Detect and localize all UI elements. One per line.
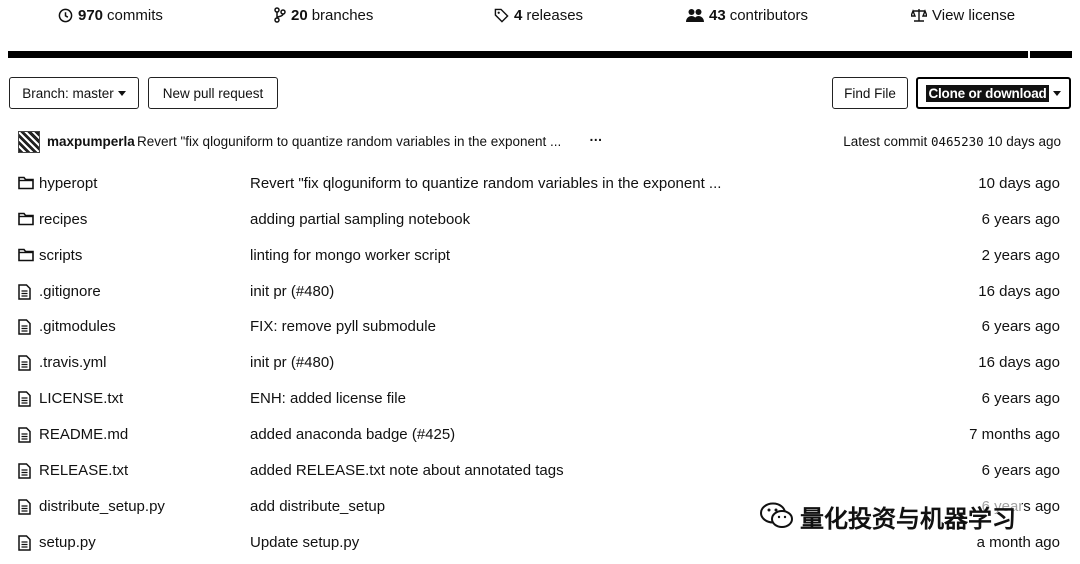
commits-link[interactable]: 970 commits [58, 0, 163, 30]
branches-label: branches [311, 6, 374, 24]
file-commit-age: 16 days ago [978, 354, 1060, 372]
file-name-link[interactable]: LICENSE.txt [39, 390, 123, 407]
file-row: .travis.yml init pr (#480) 16 days ago [0, 345, 1080, 381]
file-commit-message-link[interactable]: add distribute_setup [250, 498, 385, 515]
file-commit-message-link[interactable]: adding partial sampling notebook [250, 211, 470, 228]
file-icon [18, 355, 34, 371]
file-name-link[interactable]: hyperopt [39, 175, 97, 192]
clone-or-download-button[interactable]: Clone or download [916, 77, 1071, 109]
file-name-link[interactable]: RELEASE.txt [39, 462, 128, 479]
file-commit-age: 6 years ago [981, 461, 1060, 479]
commit-message[interactable]: Revert "fix qloguniform to quantize rand… [137, 134, 561, 149]
file-name-link[interactable]: .gitmodules [39, 318, 116, 335]
file-row: recipes adding partial sampling notebook 6… [0, 202, 1080, 238]
languages-bar[interactable] [8, 51, 1072, 58]
commits-count: 970 [78, 6, 104, 24]
file-name-link[interactable]: distribute_setup.py [39, 498, 165, 515]
branch-select-label: Branch: master [22, 85, 114, 101]
file-commit-message-link[interactable]: FIX: remove pyll submodule [250, 318, 436, 335]
releases-count: 4 [514, 6, 523, 24]
file-commit-age: 6 years ago [981, 210, 1060, 228]
caret-down-icon [1052, 90, 1061, 96]
file-icon [18, 319, 34, 336]
folder-icon [18, 212, 34, 228]
folder-icon [18, 176, 34, 192]
file-icon [18, 498, 34, 515]
file-row: scripts linting for mongo worker script 2 … [0, 238, 1080, 274]
file-icon [18, 283, 34, 300]
branch-icon [274, 7, 286, 23]
repo-summary-bar: 970 commits 20 branches 4 releases 43 co… [0, 0, 1080, 62]
file-commit-message-link[interactable]: init pr (#480) [250, 283, 334, 300]
latest-commit-info: Latest commit 0465230 10 days ago [843, 134, 1061, 149]
contributors-link[interactable]: 43 contributors [686, 0, 808, 30]
file-row: hyperopt Revert "fix qloguniform to quant… [0, 166, 1080, 202]
file-name-link[interactable]: recipes [39, 211, 87, 228]
branches-link[interactable]: 20 branches [274, 0, 373, 30]
watermark: 量化投资与机器学习 [760, 496, 1022, 536]
file-commit-message-link[interactable]: Revert "fix qloguniform to quantize rand… [250, 175, 721, 192]
law-icon [911, 8, 927, 22]
watermark-text: 量化投资与机器学习 [800, 505, 1016, 533]
releases-link[interactable]: 4 releases [494, 0, 583, 30]
file-commit-age: 2 years ago [981, 246, 1060, 264]
file-commit-message-link[interactable]: ENH: added license file [250, 390, 406, 407]
file-row: .gitignore init pr (#480) 16 days ago [0, 274, 1080, 310]
branch-select-button[interactable]: Branch: master [9, 77, 139, 109]
file-commit-age: 7 months ago [969, 425, 1060, 443]
find-file-label: Find File [844, 85, 896, 101]
file-row: README.md added anaconda badge (#425) 7 mo… [0, 417, 1080, 453]
file-icon [18, 391, 34, 407]
people-icon [686, 8, 704, 22]
file-commit-age: 16 days ago [978, 282, 1060, 300]
file-commit-age: a month ago [976, 533, 1060, 551]
file-commit-age: 6 years ago [981, 390, 1060, 408]
latest-commit-age: 10 days ago [987, 134, 1061, 149]
languages-bar-segment[interactable] [1028, 51, 1072, 58]
file-commit-message-link[interactable]: added RELEASE.txt note about annotated t… [250, 462, 564, 479]
new-pull-request-label: New pull request [162, 85, 264, 101]
file-commit-age: 6 years ago [981, 318, 1060, 336]
file-commit-message-link[interactable]: Update setup.py [250, 534, 359, 551]
file-name-link[interactable]: setup.py [39, 534, 96, 551]
folder-icon [18, 248, 34, 264]
commit-author[interactable]: maxpumperla [47, 134, 135, 149]
contributors-label: contributors [729, 6, 809, 24]
wechat-icon [760, 502, 793, 528]
file-name-link[interactable]: .travis.yml [39, 354, 107, 371]
file-row: .gitmodules FIX: remove pyll submodule 6 y… [0, 309, 1080, 345]
commit-sha-link[interactable]: 0465230 [931, 134, 984, 149]
license-label: View license [932, 6, 1016, 24]
expand-commit-button[interactable]: … [589, 129, 603, 149]
tag-icon [494, 8, 509, 23]
file-name-link[interactable]: scripts [39, 247, 82, 264]
file-commit-message-link[interactable]: init pr (#480) [250, 354, 334, 371]
file-row: LICENSE.txt ENH: added license file 6 year… [0, 381, 1080, 417]
latest-commit-prefix: Latest commit [843, 134, 928, 149]
file-commit-message-link[interactable]: linting for mongo worker script [250, 247, 450, 264]
file-row: RELEASE.txt added RELEASE.txt note about … [0, 453, 1080, 489]
contributors-count: 43 [709, 6, 726, 24]
file-commit-message-link[interactable]: added anaconda badge (#425) [250, 426, 455, 443]
new-pull-request-button[interactable]: New pull request [148, 77, 278, 109]
commits-label: commits [107, 6, 163, 24]
file-icon [18, 463, 34, 479]
file-commit-age: 10 days ago [978, 175, 1060, 192]
latest-commit-bar: maxpumperla Revert "fix qloguniform to q… [0, 128, 1080, 156]
caret-down-icon [117, 90, 126, 96]
clone-or-download-label: Clone or download [926, 84, 1049, 102]
releases-label: releases [526, 6, 584, 24]
find-file-button[interactable]: Find File [832, 77, 908, 109]
view-license-link[interactable]: View license [911, 0, 1015, 30]
file-icon [18, 534, 34, 551]
avatar[interactable] [18, 131, 40, 153]
branches-count: 20 [291, 6, 308, 24]
history-icon [58, 8, 73, 22]
file-name-link[interactable]: .gitignore [39, 283, 101, 300]
file-name-link[interactable]: README.md [39, 426, 128, 443]
file-icon [18, 427, 34, 443]
